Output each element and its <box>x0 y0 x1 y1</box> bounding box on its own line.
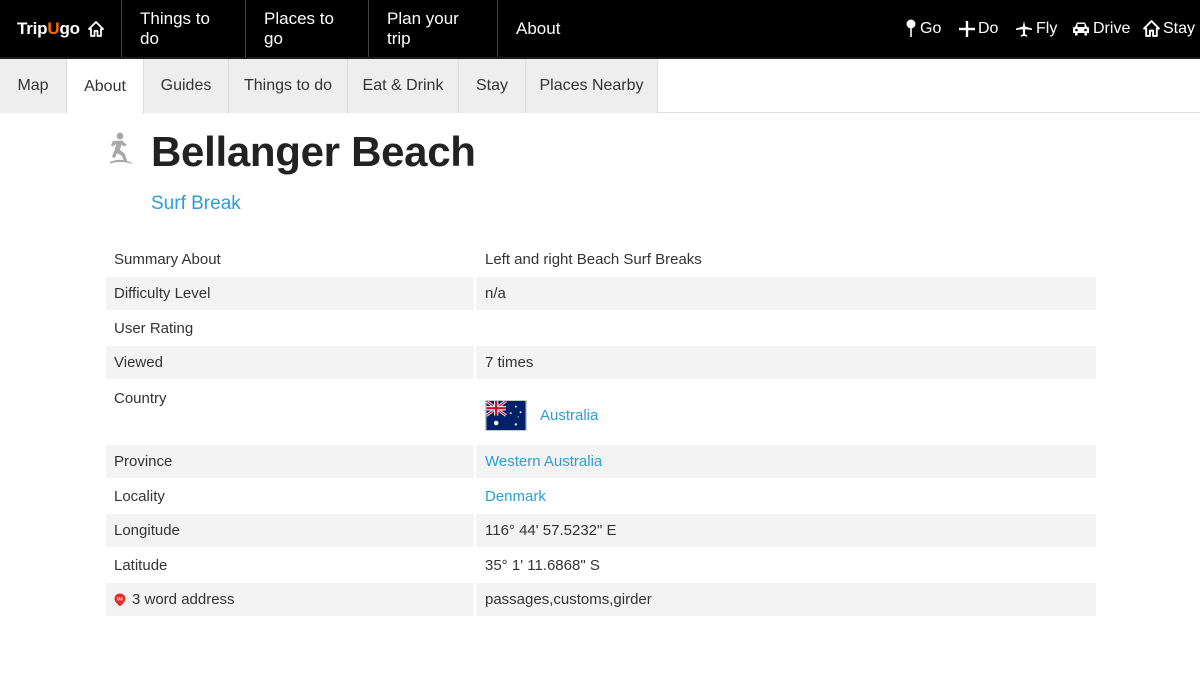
row-label: User Rating <box>114 319 194 337</box>
row-label: 3 word address <box>106 583 474 616</box>
brand-logo[interactable]: TripUgo <box>0 0 122 57</box>
table-row-locality: Locality Denmark <box>106 479 1096 513</box>
tab-about[interactable]: About <box>66 59 144 114</box>
table-row-country: Country Australia <box>106 380 1096 444</box>
table-row-difficulty: Difficulty Level n/a <box>106 277 1096 310</box>
quick-fly-label: Fly <box>1036 19 1058 37</box>
details-table: Summary About Left and right Beach Surf … <box>106 243 1096 616</box>
home-icon <box>87 20 104 37</box>
row-value: 35° 1' 11.6868" S <box>485 556 600 574</box>
locality-link[interactable]: Denmark <box>485 488 546 505</box>
quick-fly-link[interactable]: Fly <box>1015 0 1057 57</box>
row-value: Left and right Beach Surf Breaks <box>485 251 702 268</box>
quick-do-link[interactable]: Do <box>959 0 998 57</box>
row-value: Western Australia <box>476 445 1096 478</box>
row-value <box>476 311 1096 345</box>
car-icon <box>1073 22 1089 35</box>
row-value: 116° 44' 57.5232" E <box>476 514 1096 547</box>
house-icon <box>1143 20 1160 37</box>
tab-map[interactable]: Map <box>0 59 67 113</box>
row-value: n/a <box>476 277 1096 310</box>
quick-drive-label: Drive <box>1093 19 1131 37</box>
row-label: Country <box>114 390 167 407</box>
country-link[interactable]: Australia <box>540 407 598 424</box>
map-pin-icon <box>906 19 916 37</box>
three-word-address-label: 3 word address <box>132 591 235 608</box>
page-title: Bellanger Beach <box>151 128 476 175</box>
section-tab-bar: Map About Guides Things to do Eat & Drin… <box>0 59 1200 114</box>
row-value: passages,customs,girder <box>476 583 1096 616</box>
australia-flag-icon <box>485 399 527 431</box>
row-value: Australia <box>476 380 1096 444</box>
nav-places-to-go[interactable]: Places to go <box>247 0 369 57</box>
quick-go-link[interactable]: Go <box>905 0 941 57</box>
plus-icon <box>959 20 975 37</box>
row-label: Locality <box>114 487 165 505</box>
row-label: Summary About <box>114 251 221 268</box>
table-row-three-word-address: 3 word address passages,customs,girder <box>106 583 1096 616</box>
table-row-province: Province Western Australia <box>106 445 1096 478</box>
table-row-latitude: Latitude 35° 1' 11.6868" S <box>106 548 1096 582</box>
tab-places-nearby[interactable]: Places Nearby <box>526 59 658 113</box>
table-row-user-rating: User Rating <box>106 311 1096 345</box>
quick-go-label: Go <box>920 19 942 37</box>
nav-things-to-do[interactable]: Things to do <box>123 0 246 57</box>
row-label: Province <box>106 445 474 478</box>
row-label: Latitude <box>114 556 168 574</box>
table-row-summary: Summary About Left and right Beach Surf … <box>106 243 1096 276</box>
nav-plan-your-trip[interactable]: Plan your trip <box>370 0 498 57</box>
quick-stay-link[interactable]: Stay <box>1143 0 1195 57</box>
province-link[interactable]: Western Australia <box>485 453 602 470</box>
table-row-longitude: Longitude 116° 44' 57.5232" E <box>106 514 1096 547</box>
quick-drive-link[interactable]: Drive <box>1072 0 1130 57</box>
row-value: 7 times <box>476 346 1096 379</box>
top-navigation-bar: TripUgo Things to do Places to go Plan y… <box>0 0 1200 57</box>
tab-eat-drink[interactable]: Eat & Drink <box>348 59 459 113</box>
tab-guides[interactable]: Guides <box>144 59 229 113</box>
surfer-icon <box>110 132 132 164</box>
brand-name: TripUgo <box>17 18 80 38</box>
category-link[interactable]: Surf Break <box>151 193 241 215</box>
row-label: Difficulty Level <box>106 277 474 310</box>
table-row-viewed: Viewed 7 times <box>106 346 1096 379</box>
nav-about[interactable]: About <box>499 0 575 57</box>
tab-things-to-do[interactable]: Things to do <box>229 59 348 113</box>
row-value: Denmark <box>476 479 1096 513</box>
airplane-icon <box>1016 20 1032 37</box>
row-label: Viewed <box>106 346 474 379</box>
tab-stay[interactable]: Stay <box>459 59 526 113</box>
row-label: Longitude <box>106 514 474 547</box>
what3words-pin-icon <box>114 593 126 606</box>
quick-do-label: Do <box>978 19 999 37</box>
quick-stay-label: Stay <box>1163 19 1196 37</box>
